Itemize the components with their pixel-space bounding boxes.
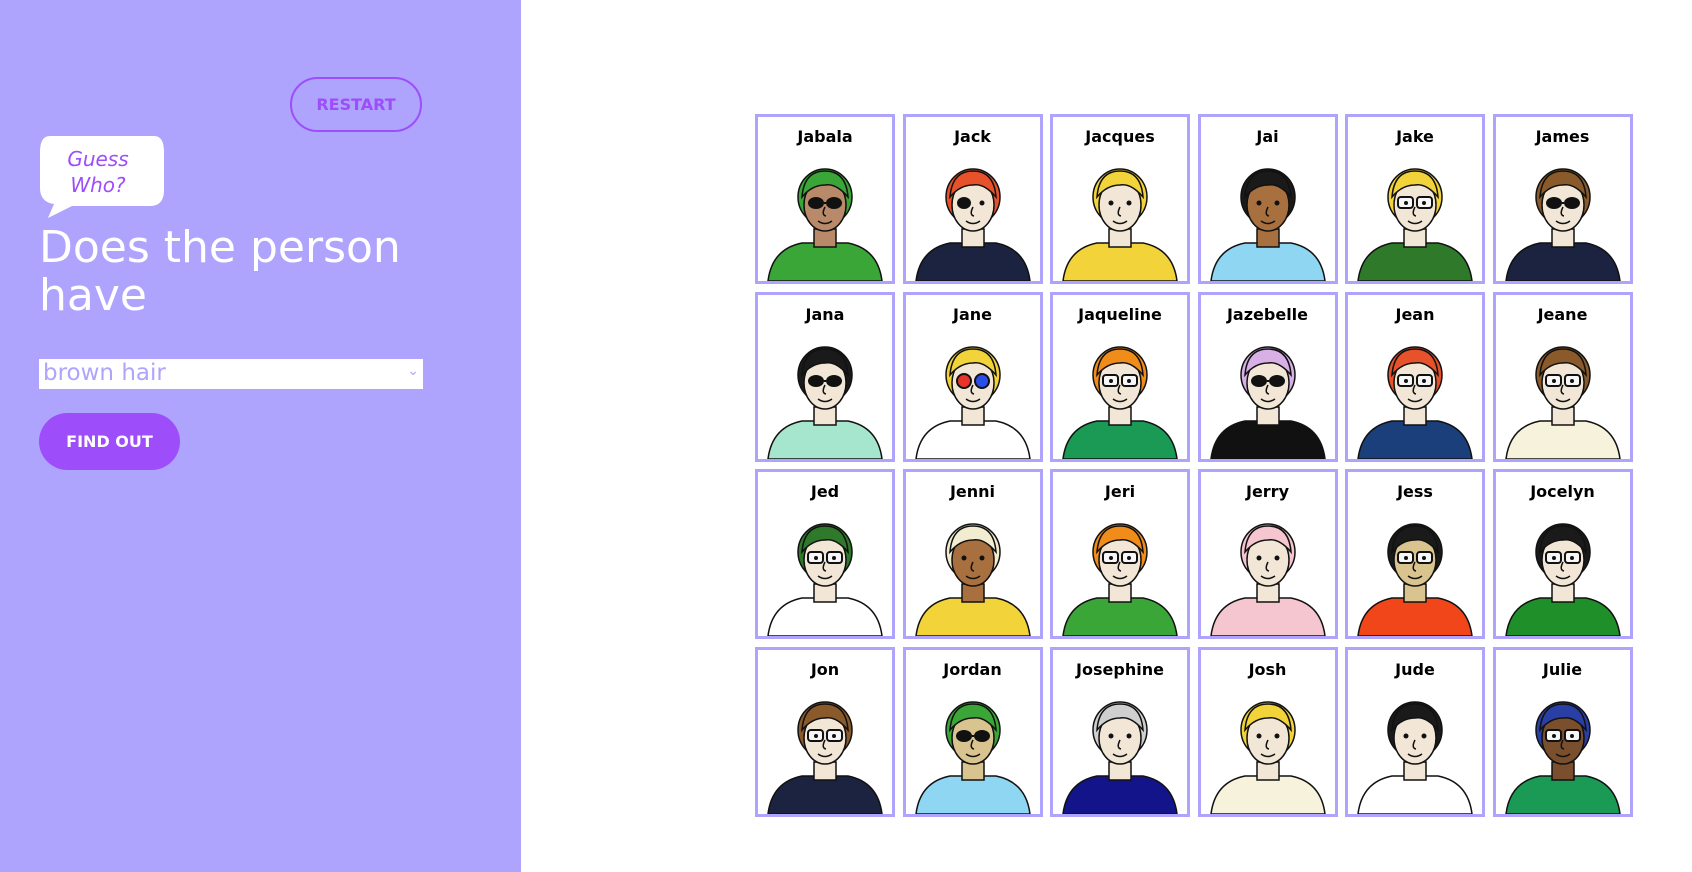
character-portrait [1062,168,1178,281]
character-card[interactable]: Jack [902,114,1043,284]
character-name: Josephine [1076,659,1164,679]
character-portrait [1357,700,1473,814]
character-portrait [1357,345,1473,459]
character-portrait [1357,523,1473,636]
character-card[interactable]: Jana [755,291,895,462]
character-name: Jean [1395,304,1435,324]
character-card[interactable]: Jazebelle [1197,291,1338,462]
character-card[interactable]: Jean [1345,291,1485,462]
character-name: Jocelyn [1530,482,1595,501]
character-name: Jaqueline [1078,304,1162,324]
character-portrait [914,700,1031,814]
character-name: Josh [1248,659,1287,679]
character-name: Jabala [797,127,853,146]
character-name: Julie [1542,659,1583,679]
character-name: Jerry [1245,482,1289,501]
character-card[interactable]: Jerry [1197,469,1338,639]
character-card[interactable]: Jabala [755,114,895,284]
control-panel: RESTART Guess Who? Does the person have … [0,0,521,872]
character-card[interactable]: Josephine [1050,646,1190,817]
character-card[interactable]: Jess [1345,469,1485,639]
character-name: Jeane [1537,304,1588,324]
character-name: Jack [954,127,991,146]
character-name: Jordan [943,659,1002,679]
character-name: James [1535,127,1590,146]
character-name: Jana [805,304,845,324]
character-card[interactable]: Jed [755,469,895,639]
character-portrait [1504,700,1621,814]
character-card[interactable]: Jai [1197,114,1338,284]
character-name: Jess [1397,482,1433,501]
character-portrait [767,168,883,281]
character-portrait [914,345,1031,459]
character-card[interactable]: Jeri [1050,469,1190,639]
character-card[interactable]: Jake [1345,114,1485,284]
character-card[interactable]: Jeane [1492,291,1633,462]
character-portrait [1062,523,1178,636]
character-name: Jenni [949,482,996,501]
character-card[interactable]: Josh [1197,646,1338,817]
character-portrait [914,523,1031,636]
character-portrait [914,168,1031,281]
character-portrait [1062,345,1178,459]
character-name: Jacques [1085,127,1155,146]
select-value: brown hair [43,360,166,386]
character-name: Jai [1256,127,1279,146]
question-heading: Does the person have [39,222,401,321]
character-portrait [1209,345,1326,459]
character-name: Jeri [1104,482,1136,501]
character-portrait [1062,700,1178,814]
character-name: Jazebelle [1226,304,1309,324]
character-card[interactable]: Jacques [1050,114,1190,284]
character-name: Jake [1396,127,1434,146]
character-card[interactable]: Julie [1492,646,1633,817]
character-portrait [1209,168,1326,281]
logo-text: Guess Who? [67,147,129,197]
chevron-down-icon: ⌄ [407,363,419,379]
character-portrait [767,523,883,636]
character-board: Jabala Jack Jacques Jai Jake James Jana Jane Jaq… [755,114,1633,817]
character-name: Jed [810,482,840,501]
character-card[interactable]: Jane [902,291,1043,462]
character-name: Jon [810,659,840,679]
character-card[interactable]: Jaqueline [1050,291,1190,462]
find-out-button[interactable]: FIND OUT [39,413,180,470]
character-portrait [1357,168,1473,281]
character-portrait [1504,168,1621,281]
character-card[interactable]: Jude [1345,646,1485,817]
character-portrait [1209,700,1326,814]
restart-button[interactable]: RESTART [290,77,422,132]
character-portrait [1504,345,1621,459]
character-card[interactable]: James [1492,114,1633,284]
character-card[interactable]: Jocelyn [1492,469,1633,639]
character-portrait [1504,523,1621,636]
character-card[interactable]: Jordan [902,646,1043,817]
character-portrait [767,700,883,814]
character-name: Jude [1395,659,1435,679]
character-card[interactable]: Jon [755,646,895,817]
character-card[interactable]: Jenni [902,469,1043,639]
character-portrait [1209,523,1326,636]
character-name: Jane [953,304,992,324]
character-portrait [767,345,883,459]
attribute-select[interactable]: brown hair ⌄ [39,359,423,389]
